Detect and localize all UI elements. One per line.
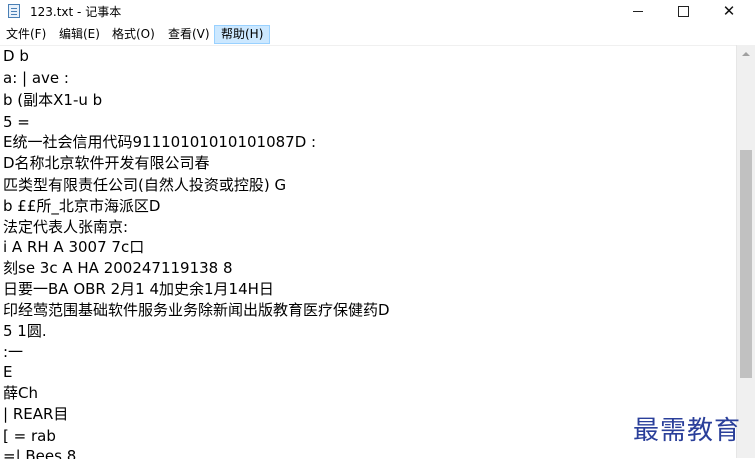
minimize-button[interactable]	[615, 0, 661, 22]
menu-file[interactable]: 文件(F)	[0, 25, 52, 44]
text-line: D名称北京软件开发有限公司春	[3, 154, 210, 172]
maximize-icon	[677, 5, 689, 17]
text-line: 匹类型有限责任公司(自然人投资或控股) G	[3, 176, 287, 194]
close-button[interactable]: ✕	[706, 0, 752, 22]
maximize-button[interactable]	[660, 0, 706, 22]
watermark-logo: 最需教育	[633, 416, 742, 446]
text-line: E	[3, 363, 13, 381]
title-bar: 123.txt - 记事本 ✕	[0, 0, 755, 22]
menu-bar: 文件(F) 编辑(E) 格式(O) 查看(V) 帮助(H)	[0, 24, 755, 45]
menu-edit[interactable]: 编辑(E)	[53, 25, 106, 44]
close-icon: ✕	[722, 1, 736, 20]
text-line: D b	[3, 47, 29, 65]
text-line: 5 1圆.	[3, 322, 47, 340]
text-line: E统一社会信用代码91110101010101087D :	[3, 133, 317, 151]
scroll-up-arrow-icon[interactable]	[737, 45, 755, 62]
menu-format[interactable]: 格式(O)	[106, 25, 161, 44]
window-title: 123.txt - 记事本	[30, 5, 122, 19]
minimize-icon	[633, 10, 643, 12]
vertical-scrollbar[interactable]	[736, 45, 755, 458]
text-editor[interactable]: D b a: | ave : b (副本X1-u b 5 = E统一社会信用代码…	[0, 45, 736, 459]
menu-view[interactable]: 查看(V)	[162, 25, 216, 44]
text-line: 法定代表人张南京:	[3, 218, 129, 236]
menu-help[interactable]: 帮助(H)	[214, 25, 271, 44]
text-line: i A RH A 3007 7c口	[3, 238, 145, 256]
text-line: b (副本X1-u b	[3, 91, 103, 109]
text-line: 刻se 3c A HA 200247119138 8	[3, 259, 233, 277]
text-line: 5 =	[3, 113, 30, 131]
text-line: :一	[3, 343, 24, 361]
text-line: [ = rab	[3, 427, 56, 445]
notepad-icon	[8, 4, 20, 18]
text-line: a: | ave :	[3, 69, 69, 87]
text-line: 印经莺范围基础软件服务业务除新闻出版教育医疗保健药D	[3, 301, 390, 319]
text-line: =| Bees 8	[3, 447, 77, 459]
text-line: b ££所_北京市海派区D	[3, 197, 161, 215]
text-line: 薛Ch	[3, 384, 38, 402]
text-line: | REAR目	[3, 405, 69, 423]
text-line: 日要一BA OBR 2月1 4加史余1月14H日	[3, 280, 274, 298]
scroll-thumb[interactable]	[740, 150, 752, 378]
